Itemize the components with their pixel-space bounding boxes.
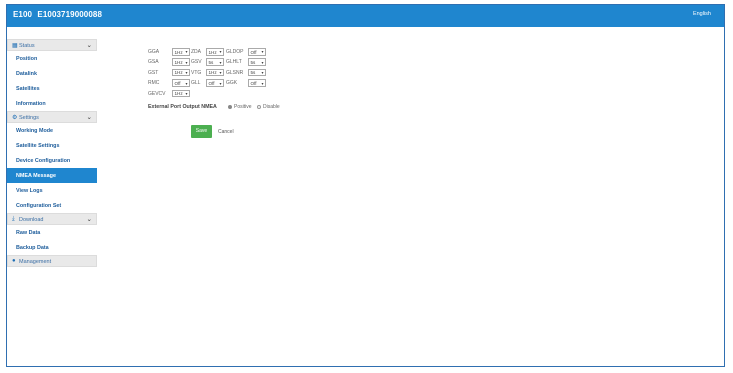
top-header: E100 E1003719000088 English bbox=[7, 5, 724, 27]
sidebar-item-backup-data[interactable]: Backup Data bbox=[7, 240, 97, 255]
nmea-select[interactable]: Off ▾ bbox=[248, 79, 266, 87]
nmea-select[interactable]: Off ▾ bbox=[206, 79, 224, 87]
sidebar: ▦ Status ⌄ Position Datalink Satellites … bbox=[7, 39, 97, 267]
sidebar-item-information[interactable]: Information bbox=[7, 96, 97, 111]
nmea-select[interactable]: Off ▾ bbox=[248, 48, 266, 56]
radio-positive[interactable]: Positive bbox=[228, 104, 252, 110]
sidebar-section-label: Status bbox=[19, 42, 35, 49]
sidebar-section-label: Settings bbox=[19, 114, 39, 121]
nmea-select[interactable]: Off ▾ bbox=[172, 79, 190, 87]
nmea-label: GLSNR bbox=[226, 69, 244, 76]
nmea-select[interactable]: 5s ▾ bbox=[206, 58, 224, 66]
device-model: E100 bbox=[13, 10, 33, 19]
radio-unchecked-icon bbox=[257, 104, 261, 109]
language-selector[interactable]: English bbox=[693, 11, 711, 17]
nmea-select[interactable]: 1Hz ▾ bbox=[172, 58, 190, 66]
radio-checked-icon bbox=[228, 104, 232, 109]
sidebar-item-nmea-message[interactable]: NMEA Message bbox=[7, 168, 97, 183]
device-serial: E1003719000088 bbox=[37, 10, 102, 19]
sidebar-item-view-logs[interactable]: View Logs bbox=[7, 183, 97, 198]
nmea-select[interactable]: 5s ▾ bbox=[248, 58, 266, 66]
gear-icon: ⚙ bbox=[12, 115, 18, 121]
nmea-select[interactable]: 1Hz ▾ bbox=[172, 68, 190, 77]
chevron-down-icon: ⌄ bbox=[86, 114, 92, 121]
download-icon: ⤓ bbox=[12, 216, 15, 222]
nmea-label: GLL bbox=[191, 80, 201, 87]
sidebar-section-status[interactable]: ▦ Status ⌄ bbox=[7, 39, 97, 51]
sidebar-item-configuration-set[interactable]: Configuration Set bbox=[7, 198, 97, 213]
nmea-label: GLDOP bbox=[226, 49, 244, 55]
chevron-down-icon: ⌄ bbox=[86, 42, 92, 49]
nmea-label: GGK bbox=[226, 80, 238, 87]
nmea-label: ZDA bbox=[191, 49, 201, 55]
sidebar-item-working-mode[interactable]: Working Mode bbox=[7, 123, 97, 138]
nmea-label: GST bbox=[148, 69, 159, 76]
device-title: E100 E1003719000088 bbox=[13, 10, 102, 19]
nmea-label: GEVCV bbox=[148, 90, 166, 97]
sidebar-section-management[interactable]: ● Management bbox=[7, 255, 97, 267]
nmea-label: RMC bbox=[148, 80, 160, 87]
info-icon: ● bbox=[12, 258, 16, 264]
cancel-button[interactable]: Cancel bbox=[218, 129, 234, 135]
nmea-label: GLHLT bbox=[226, 59, 242, 66]
sidebar-item-datalink[interactable]: Datalink bbox=[7, 66, 97, 81]
app-frame: E100 E1003719000088 English bbox=[6, 4, 725, 367]
external-port-label: External Port Output NMEA bbox=[148, 104, 217, 110]
sidebar-section-label: Download bbox=[19, 216, 44, 223]
nmea-select[interactable]: 1Hz ▾ bbox=[206, 48, 224, 56]
nmea-label: GSV bbox=[191, 59, 202, 66]
nmea-label: VTG bbox=[191, 69, 202, 76]
nmea-select[interactable]: 5s ▾ bbox=[248, 68, 266, 77]
radio-disable[interactable]: Disable bbox=[257, 104, 280, 110]
chevron-down-icon: ⌄ bbox=[86, 216, 92, 223]
nmea-select[interactable]: 1Hz ▾ bbox=[172, 89, 190, 98]
sidebar-item-position[interactable]: Position bbox=[7, 51, 97, 66]
sidebar-item-satellite-settings[interactable]: Satellite Settings bbox=[7, 138, 97, 153]
save-button[interactable]: Save bbox=[191, 125, 212, 138]
sidebar-item-raw-data[interactable]: Raw Data bbox=[7, 225, 97, 240]
sidebar-section-settings[interactable]: ⚙ Settings ⌄ bbox=[7, 111, 97, 123]
nmea-select[interactable]: 1Hz ▾ bbox=[172, 48, 190, 56]
nmea-select[interactable]: 1Hz ▾ bbox=[206, 68, 224, 77]
status-icon: ▦ bbox=[12, 43, 18, 49]
sidebar-item-device-configuration[interactable]: Device Configuration bbox=[7, 153, 97, 168]
sidebar-section-label: Management bbox=[19, 258, 52, 265]
nmea-label: GGA bbox=[148, 49, 160, 55]
nmea-label: GSA bbox=[148, 59, 159, 66]
sidebar-section-download[interactable]: ⤓ Download ⌄ bbox=[7, 213, 97, 225]
sidebar-item-satellites[interactable]: Satellites bbox=[7, 81, 97, 96]
